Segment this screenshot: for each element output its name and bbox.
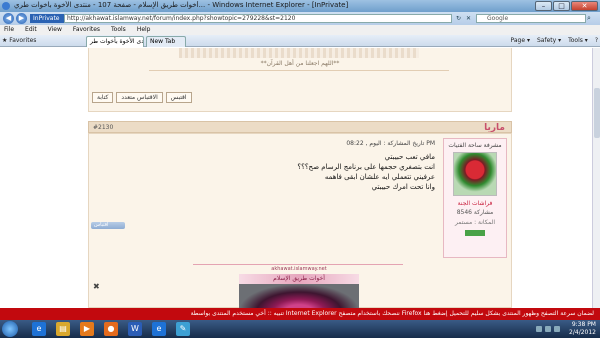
forward-button[interactable]: ▶ [16,13,27,24]
divider [149,70,449,71]
help-menu[interactable]: ? [595,36,598,46]
refresh-icon[interactable]: ↻ [454,14,463,23]
status-badge [465,230,485,236]
taskbar: e ▤ ▶ ● We ✎ 9:38 PM 2/4/2012 [0,320,600,338]
write-button[interactable]: كتابة [92,92,114,103]
post-header: #2130 ماريا [88,121,512,133]
minimize-button[interactable]: – [535,1,552,11]
maximize-button[interactable]: □ [553,1,570,11]
close-button[interactable]: ✕ [571,1,598,11]
scrollbar[interactable] [592,48,600,308]
menu-favorites[interactable]: Favorites [73,25,100,35]
menu-help[interactable]: Help [137,25,151,35]
signature-frame [179,48,419,58]
page-menu[interactable]: Page ▾ [511,36,530,46]
favorites-label: Favorites [9,37,37,44]
media-player-icon[interactable]: ▶ [80,322,94,336]
browser-notice[interactable]: تنبيه :: أخي مستخدم المنتدى بواسطة Inter… [0,308,600,320]
avatar[interactable] [453,152,497,196]
post-line: مافي تعب حبيبتي [384,153,435,161]
post-line: وانا تحت امرك حبيبتي [371,183,435,191]
window-title: أخوات طريق الإسلام - صفحة 107 - منتدى ال… [14,1,349,9]
post-text: مافي تعب حبيبتي انت بتصغري حجمها على برن… [297,152,435,192]
menu-view[interactable]: View [48,25,62,35]
address-bar: ◀ ▶ InPrivate http://akhawat.islamway.ne… [0,12,600,25]
page-viewport: **اللهم اجعلنا من أهل القرآن** كتابة الا… [0,48,600,308]
menu-file[interactable]: File [4,25,14,35]
menu-tools[interactable]: Tools [111,25,126,35]
scroll-thumb[interactable] [594,88,600,138]
menu-bar: File Edit View Favorites Tools Help [0,25,600,35]
reply-quote-button[interactable]: اقتباس [91,222,125,229]
stop-icon[interactable]: ✕ [464,14,473,23]
menu-edit[interactable]: Edit [25,25,37,35]
tools-menu[interactable]: Tools ▾ [568,36,588,46]
post-date: تاريخ المشاركة : اليوم , 08:22 PM [346,140,435,147]
post-line: انت بتصغري حجمها على برنامج الرسام صح؟؟؟ [297,163,435,171]
search-input[interactable]: Google [476,14,586,23]
signature-banner: أخوات طريق الإسلام [239,274,359,284]
flag-icon[interactable] [536,326,542,332]
author-role: مشرفة ساحة الفتيات [448,142,502,149]
tab-new[interactable]: New Tab [146,36,186,47]
author-rank: المكانة : مستمر [455,219,495,226]
volume-icon[interactable] [554,326,560,332]
system-tray: 9:38 PM 2/4/2012 [536,321,596,337]
paint-icon[interactable]: ✎ [176,322,190,336]
url-input[interactable]: http://akhawat.islamway.net/forum/index.… [64,14,452,23]
start-button[interactable] [2,321,18,337]
ie-window-icon[interactable]: e [152,322,166,336]
quote-button[interactable]: اقتبس [165,92,192,103]
search-icon[interactable]: ⌕ [587,14,591,23]
post-body: مشرفة ساحة الفتيات فراشات الجنة 8546 مشا… [88,133,512,308]
author-posts: 8546 مشاركة [456,209,494,216]
folder-icon[interactable]: ▤ [56,322,70,336]
post-line: عرفيني تتعملي ايه علشان ابقى فاهمه [324,173,435,181]
safety-menu[interactable]: Safety ▾ [537,36,561,46]
multi-quote-button[interactable]: الاقتباس متعدد [116,92,163,103]
firefox-icon[interactable]: ● [104,322,118,336]
author-name[interactable]: فراشات الجنة [444,200,506,207]
favorites-bar: ★ Favorites منتدى الأخوة بأخوات طر... Ne… [0,35,600,47]
back-button[interactable]: ◀ [3,13,14,24]
word-icon[interactable]: W [128,322,142,336]
network-icon[interactable] [545,326,551,332]
inprivate-badge: InPrivate [30,14,64,23]
previous-signature: **اللهم اجعلنا من أهل القرآن** [260,60,340,67]
close-icon[interactable]: ✖ [93,282,100,291]
title-bar: أخوات طريق الإسلام - صفحة 107 - منتدى ال… [0,0,600,12]
post-actions: كتابة الاقتباس متعدد اقتبس [92,92,192,103]
author-card: مشرفة ساحة الفتيات فراشات الجنة 8546 مشا… [443,138,507,258]
ie-logo-icon [2,2,10,10]
signature-site: akhawat.islamway.net [271,266,327,272]
favorites-button[interactable]: ★ Favorites [2,36,36,46]
signature-image [239,284,359,308]
signature-divider [193,264,403,265]
tab-forum[interactable]: منتدى الأخوة بأخوات طر... [86,36,144,47]
post-number[interactable]: #2130 [93,123,113,133]
ie-icon[interactable]: e [32,322,46,336]
